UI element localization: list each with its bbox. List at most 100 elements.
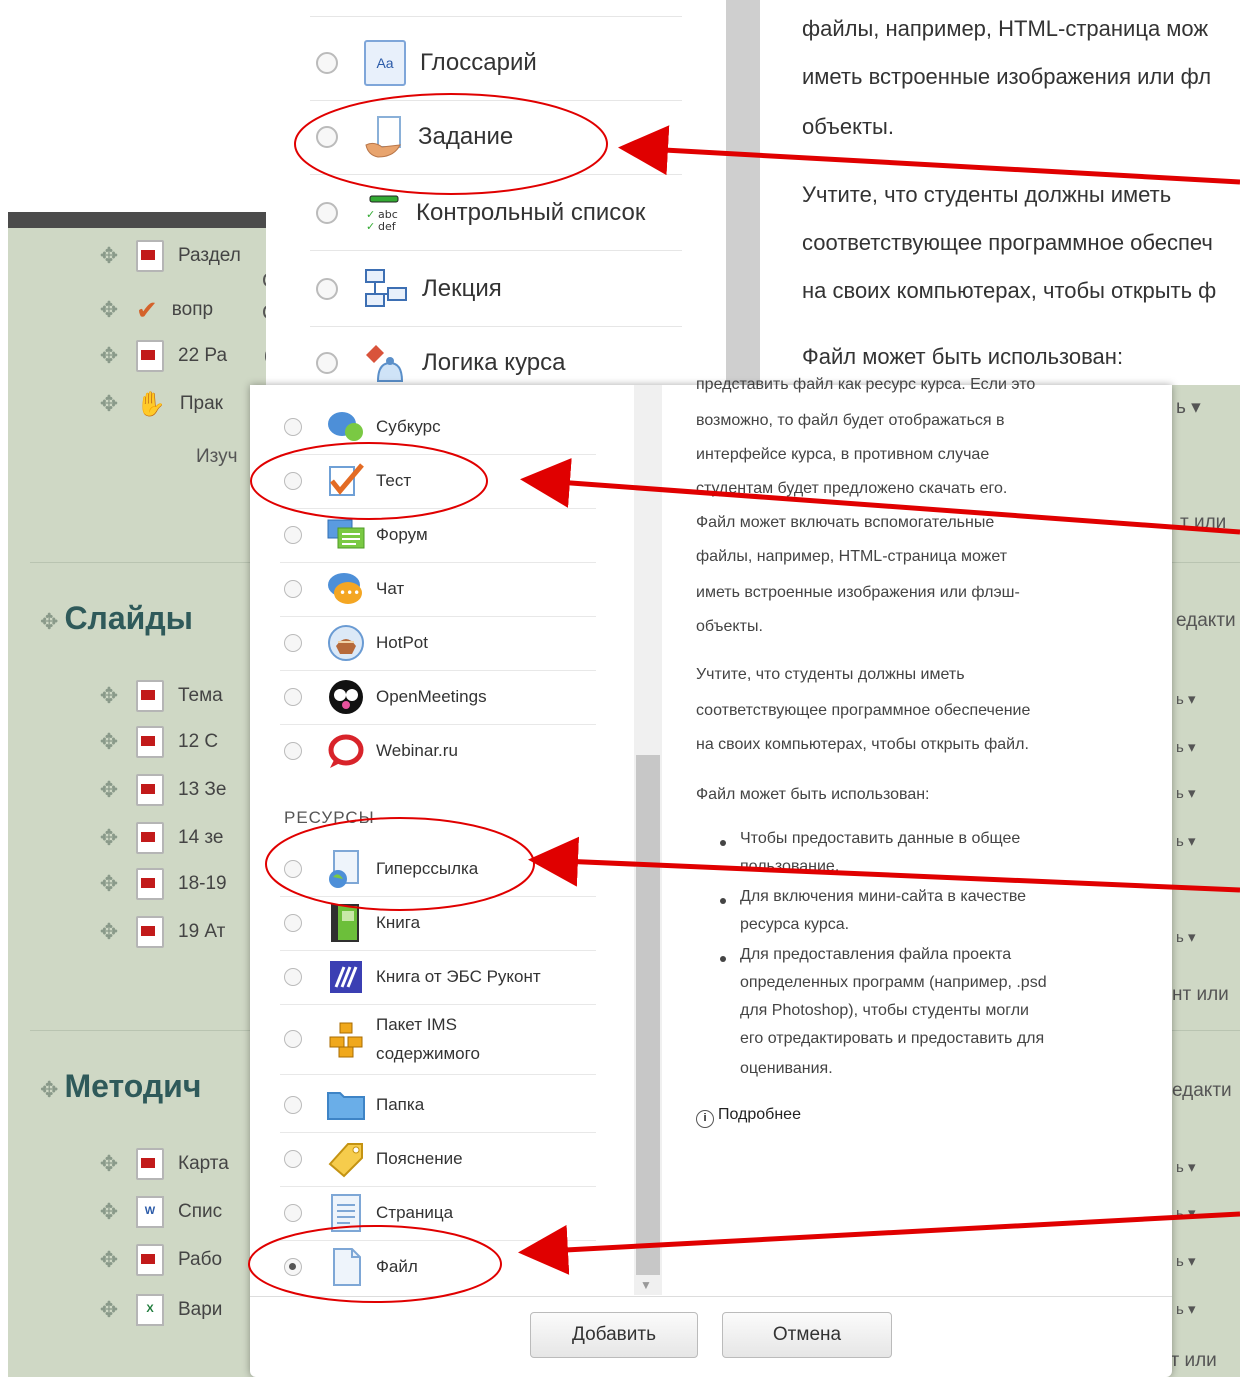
edit-menu-fragment[interactable]: ь ▾ xyxy=(1176,832,1196,850)
radio-button-selected[interactable] xyxy=(284,1258,302,1276)
radio-button[interactable] xyxy=(284,1030,302,1048)
edit-menu-fragment[interactable]: ь ▾ xyxy=(1176,928,1196,946)
edit-menu-fragment[interactable]: ь ▾ xyxy=(1176,1204,1196,1222)
course-row-label[interactable]: Спис xyxy=(178,1201,222,1223)
edit-menu-fragment[interactable]: ь ▾ xyxy=(1176,690,1196,708)
move-icon[interactable]: ✥ xyxy=(96,825,122,851)
move-icon[interactable]: ✥ xyxy=(40,1077,58,1102)
move-icon[interactable]: ✥ xyxy=(96,919,122,945)
activity-option-checklist[interactable]: ✓ abc ✓ def Контрольный список xyxy=(310,176,682,251)
course-row-label[interactable]: Прак xyxy=(180,393,223,415)
course-row[interactable]: ✥ Тема xyxy=(96,676,223,716)
course-row[interactable]: ✥ Карта xyxy=(96,1144,229,1184)
move-icon[interactable]: ✥ xyxy=(96,391,122,417)
add-activity-fragment[interactable]: нт или xyxy=(1172,984,1229,1006)
move-icon[interactable]: ✥ xyxy=(96,1199,122,1225)
move-icon[interactable]: ✥ xyxy=(96,729,122,755)
course-row[interactable]: ✥ Раздел xyxy=(96,236,241,276)
radio-button[interactable] xyxy=(284,860,302,878)
course-row[interactable]: ✥ 12 С xyxy=(96,722,218,762)
activity-option-chat[interactable]: ••• Чат xyxy=(280,562,596,617)
course-row[interactable]: ✥ W Спис xyxy=(96,1192,222,1232)
course-row[interactable]: ✥ X Вари xyxy=(96,1290,222,1330)
course-row-label[interactable]: 13 Зе xyxy=(178,779,226,801)
course-row-label[interactable]: 19 Ат xyxy=(178,921,225,943)
radio-button[interactable] xyxy=(284,634,302,652)
move-icon[interactable]: ✥ xyxy=(96,243,122,269)
course-row-label[interactable]: 12 С xyxy=(178,731,218,753)
scroll-down-arrow-icon[interactable]: ▼ xyxy=(640,1278,652,1292)
radio-button[interactable] xyxy=(316,352,338,374)
activity-option-openmeetings[interactable]: OpenMeetings xyxy=(280,670,596,725)
radio-button[interactable] xyxy=(284,968,302,986)
radio-button[interactable] xyxy=(284,418,302,436)
activity-option-subcourse[interactable]: Субкурс xyxy=(280,400,596,455)
radio-button[interactable] xyxy=(284,580,302,598)
radio-button[interactable] xyxy=(284,526,302,544)
course-row[interactable]: ✥ 14 зе xyxy=(96,818,223,858)
resource-option-label[interactable]: Пояснение xyxy=(280,1132,596,1187)
activity-option-hotpot[interactable]: HotPot xyxy=(280,616,596,671)
more-info-link[interactable]: i Подробнее xyxy=(696,1106,801,1128)
move-icon[interactable]: ✥ xyxy=(96,1297,122,1323)
radio-button[interactable] xyxy=(284,1150,302,1168)
resource-option-rucont-book[interactable]: Книга от ЭБС Руконт xyxy=(280,950,596,1005)
resource-option-folder[interactable]: Папка xyxy=(280,1078,596,1133)
course-row-label[interactable]: Рабо xyxy=(178,1249,222,1271)
course-row-label[interactable]: Карта xyxy=(178,1153,229,1175)
course-row-label[interactable]: 22 Ра xyxy=(178,345,227,367)
radio-button[interactable] xyxy=(316,126,338,148)
course-row-label[interactable]: 14 зе xyxy=(178,827,223,849)
activity-option-glossary[interactable]: Aa Глоссарий xyxy=(310,26,682,101)
radio-button[interactable] xyxy=(284,1204,302,1222)
radio-button[interactable] xyxy=(284,742,302,760)
course-row[interactable]: ✥ ✔ вопр xyxy=(96,290,213,330)
resource-option-page[interactable]: Страница xyxy=(280,1186,596,1241)
move-icon[interactable]: ✥ xyxy=(40,609,58,634)
radio-button[interactable] xyxy=(284,1096,302,1114)
activity-option-assignment[interactable]: Задание xyxy=(310,100,682,175)
cancel-button[interactable]: Отмена xyxy=(722,1312,892,1358)
edit-menu-fragment[interactable]: ь ▾ xyxy=(1176,1252,1196,1270)
radio-button[interactable] xyxy=(316,52,338,74)
edit-fragment[interactable]: едакти xyxy=(1172,1080,1232,1102)
radio-button[interactable] xyxy=(284,914,302,932)
course-row-label[interactable]: Вари xyxy=(178,1299,222,1321)
course-row[interactable]: ✥ 13 Зе xyxy=(96,770,226,810)
scrollbar-thumb[interactable] xyxy=(636,755,660,1275)
move-icon[interactable]: ✥ xyxy=(96,683,122,709)
edit-menu-fragment[interactable]: ь ▾ xyxy=(1176,1158,1196,1176)
add-activity-fragment[interactable]: т или xyxy=(1180,512,1226,534)
add-button[interactable]: Добавить xyxy=(530,1312,698,1358)
activity-option-webinar[interactable]: Webinar.ru xyxy=(280,724,596,778)
radio-button[interactable] xyxy=(284,472,302,490)
course-row-label[interactable]: Тема xyxy=(178,685,223,707)
resource-option-url[interactable]: Гиперссылка xyxy=(280,842,596,897)
edit-menu-fragment[interactable]: ь ▾ xyxy=(1176,1300,1196,1318)
radio-button[interactable] xyxy=(316,278,338,300)
scrollbar[interactable] xyxy=(726,0,760,385)
course-row[interactable]: ✥ 22 Ра xyxy=(96,336,227,376)
move-icon[interactable]: ✥ xyxy=(96,297,122,323)
course-row[interactable]: ✥ ✋ Прак xyxy=(96,384,223,424)
edit-menu-fragment[interactable]: ь ▾ xyxy=(1176,784,1196,802)
course-row-label[interactable]: 18-19 xyxy=(178,873,227,895)
radio-button[interactable] xyxy=(284,688,302,706)
edit-menu-fragment[interactable]: ь ▾ xyxy=(1176,738,1196,756)
move-icon[interactable]: ✥ xyxy=(96,871,122,897)
activity-option-lesson[interactable]: Лекция xyxy=(310,252,682,327)
radio-button[interactable] xyxy=(316,202,338,224)
course-row[interactable]: ✥ 19 Ат xyxy=(96,912,225,952)
course-row-label[interactable]: вопр xyxy=(172,299,213,321)
edit-fragment[interactable]: едакти xyxy=(1176,610,1236,632)
resource-option-ims-package[interactable]: Пакет IMS содержимого xyxy=(280,1004,596,1075)
course-row[interactable]: ✥ Рабо xyxy=(96,1240,222,1280)
course-row[interactable]: ✥ 18-19 xyxy=(96,864,227,904)
move-icon[interactable]: ✥ xyxy=(96,1247,122,1273)
resource-option-book[interactable]: Книга xyxy=(280,896,596,951)
move-icon[interactable]: ✥ xyxy=(96,343,122,369)
move-icon[interactable]: ✥ xyxy=(96,777,122,803)
course-row-label[interactable]: Раздел xyxy=(178,245,241,267)
move-icon[interactable]: ✥ xyxy=(96,1151,122,1177)
resource-option-file[interactable]: Файл xyxy=(280,1240,596,1294)
